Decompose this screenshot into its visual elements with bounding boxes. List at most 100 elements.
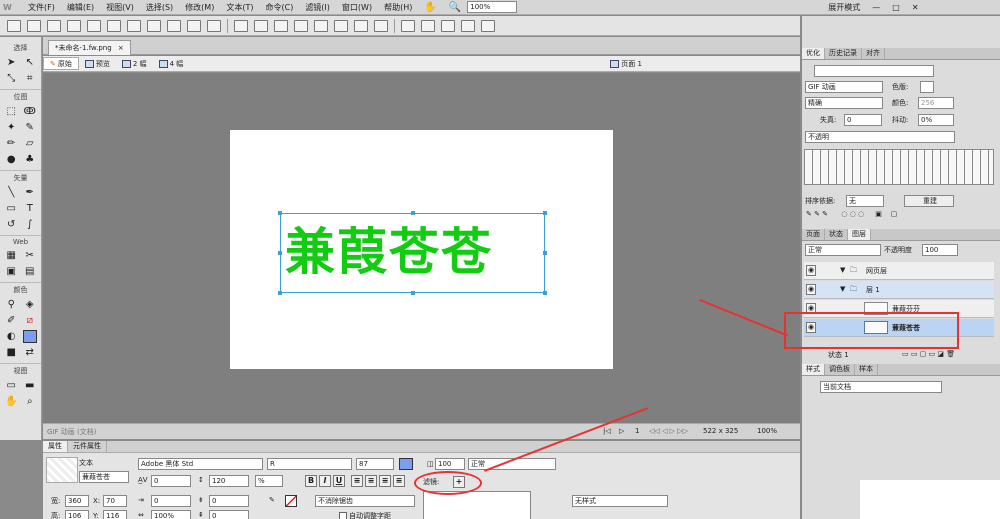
close-tab-icon[interactable]: × xyxy=(118,44,124,52)
flip-v-icon[interactable] xyxy=(481,19,495,32)
selection-handle[interactable] xyxy=(543,211,547,215)
bring-front-icon[interactable] xyxy=(314,19,328,32)
expand-arrow-icon[interactable]: ▼ xyxy=(840,285,845,293)
tab-history[interactable]: 历史记录 xyxy=(825,48,862,59)
lasso-tool-icon[interactable]: ↂ xyxy=(23,105,37,118)
default-colors-icon[interactable]: ■ xyxy=(4,346,18,359)
space-after-field[interactable]: 0 xyxy=(209,495,249,507)
view-original-button[interactable]: ✎ 原始 xyxy=(43,57,79,70)
maximize-icon[interactable]: □ xyxy=(886,3,906,12)
subselect-tool-icon[interactable]: ↖ xyxy=(23,56,37,69)
leading-unit-select[interactable]: % xyxy=(255,475,283,487)
menu-text[interactable]: 文本(T) xyxy=(220,2,259,13)
ungroup-icon[interactable] xyxy=(254,19,268,32)
full-screen-icon[interactable]: ▬ xyxy=(23,379,37,392)
align-justify-icon[interactable]: ≡ xyxy=(393,475,405,487)
no-stroke-icon[interactable]: ⧄ xyxy=(23,314,37,327)
zoom-icon[interactable]: 🔍 xyxy=(443,2,467,13)
selection-handle[interactable] xyxy=(278,291,282,295)
auto-kern-checkbox[interactable] xyxy=(339,512,347,519)
send-back-icon[interactable] xyxy=(374,19,388,32)
layer-row[interactable]: ◉ ▼ 🗀 层 1 xyxy=(804,281,994,299)
undo-icon[interactable] xyxy=(127,19,141,32)
tab-palette[interactable]: 调色板 xyxy=(825,364,855,375)
kerning-field[interactable]: 0 xyxy=(151,475,191,487)
font-size-field[interactable]: 87 xyxy=(356,458,394,470)
selection-handle[interactable] xyxy=(543,251,547,255)
menu-modify[interactable]: 修改(M) xyxy=(179,2,220,13)
layer-tool-icons[interactable]: ▭ ▭ ▢ ▭ ◪ 🗑 xyxy=(902,348,955,360)
magic-wand-tool-icon[interactable]: ✦ xyxy=(4,121,18,134)
line-tool-icon[interactable]: ╲ xyxy=(4,186,18,199)
indent-field[interactable]: 0 xyxy=(151,495,191,507)
pencil-tool-icon[interactable]: ✏ xyxy=(4,137,18,150)
workspace-select[interactable]: 展开模式 xyxy=(822,2,866,13)
first-frame-icon[interactable]: |◁ xyxy=(603,427,611,435)
close-icon[interactable]: ✕ xyxy=(906,3,925,12)
menu-select[interactable]: 选择(S) xyxy=(140,2,179,13)
tab-symbol-properties[interactable]: 元件属性 xyxy=(68,441,107,452)
knife-tool-icon[interactable]: ∫ xyxy=(23,218,37,231)
copy-icon[interactable] xyxy=(187,19,201,32)
height-field[interactable]: 106 xyxy=(65,510,89,519)
selection-handle[interactable] xyxy=(543,291,547,295)
tab-states[interactable]: 状态 xyxy=(825,229,848,240)
text-tool-icon[interactable]: T xyxy=(23,202,37,215)
layer-blend-select[interactable]: 正常 xyxy=(805,244,881,256)
redo-icon[interactable] xyxy=(147,19,161,32)
width-field[interactable]: 360 xyxy=(65,495,89,507)
paint-bucket-tool-icon[interactable]: ◈ xyxy=(23,298,37,311)
group-icon[interactable] xyxy=(234,19,248,32)
crop-tool-icon[interactable]: ⌗ xyxy=(23,72,37,85)
join-icon[interactable] xyxy=(274,19,288,32)
align-left-icon[interactable]: ≡ xyxy=(351,475,363,487)
bold-button[interactable]: B xyxy=(305,475,317,487)
fill-swatch-icon[interactable] xyxy=(22,330,37,343)
view-4up-button[interactable]: 4 幅 xyxy=(153,59,190,69)
eyedropper-tool-icon[interactable]: ⚲ xyxy=(4,298,18,311)
transparency-select[interactable]: 不透明 xyxy=(805,131,955,143)
export-icon[interactable] xyxy=(87,19,101,32)
palette-tool-icons[interactable]: ✎ ✎ ✎ ◌ ◌ ◌ ▣ ▢ xyxy=(806,208,897,220)
stroke-color-icon[interactable]: ✐ xyxy=(4,314,18,327)
import-icon[interactable] xyxy=(67,19,81,32)
menu-commands[interactable]: 命令(C) xyxy=(259,2,299,13)
hide-slices-icon[interactable]: ▣ xyxy=(4,265,18,278)
freeform-tool-icon[interactable]: ↺ xyxy=(4,218,18,231)
tab-pages[interactable]: 页面 xyxy=(802,229,825,240)
eraser-tool-icon[interactable]: ▱ xyxy=(23,137,37,150)
send-backward-icon[interactable] xyxy=(354,19,368,32)
marquee-tool-icon[interactable]: ⬚ xyxy=(4,105,18,118)
loss-field[interactable]: 0 xyxy=(844,114,882,126)
menu-edit[interactable]: 编辑(E) xyxy=(61,2,100,13)
colors-field[interactable]: 256 xyxy=(918,97,954,109)
align-center-icon[interactable]: ≡ xyxy=(365,475,377,487)
selection-handle[interactable] xyxy=(278,211,282,215)
rectangle-tool-icon[interactable]: ▭ xyxy=(4,202,18,215)
scale-tool-icon[interactable]: ⤡ xyxy=(4,72,18,85)
stamp-tool-icon[interactable]: ♣ xyxy=(23,153,37,166)
hand-tool-icon[interactable]: ✋ xyxy=(4,395,18,408)
open-icon[interactable] xyxy=(47,19,61,32)
frame-nav-icons[interactable]: ◁◁ ◁ ▷ ▷▷ xyxy=(649,427,688,435)
x-field[interactable]: 70 xyxy=(103,495,127,507)
export-preset-select[interactable] xyxy=(814,65,934,77)
text-color-swatch[interactable] xyxy=(399,458,413,470)
save-icon[interactable] xyxy=(27,19,41,32)
rebuild-button[interactable]: 重建 xyxy=(904,195,954,207)
color-table[interactable] xyxy=(804,149,994,185)
menu-window[interactable]: 窗口(W) xyxy=(336,2,378,13)
pointer-tool-icon[interactable]: ➤ xyxy=(4,56,18,69)
dither-field[interactable]: 0% xyxy=(918,114,954,126)
print-icon[interactable] xyxy=(107,19,121,32)
palette-select[interactable]: 精确 xyxy=(805,97,883,109)
document-tab[interactable]: *未命名-1.fw.png × xyxy=(48,40,131,55)
menu-view[interactable]: 视图(V) xyxy=(100,2,140,13)
scale-field[interactable]: 100% xyxy=(151,510,191,519)
stroke-color-swatch[interactable] xyxy=(285,495,297,507)
filters-list[interactable] xyxy=(423,491,531,519)
menu-help[interactable]: 帮助(H) xyxy=(378,2,418,13)
rotate-icon[interactable] xyxy=(441,19,455,32)
tab-styles[interactable]: 样式 xyxy=(802,364,825,375)
font-style-select[interactable]: R xyxy=(267,458,352,470)
